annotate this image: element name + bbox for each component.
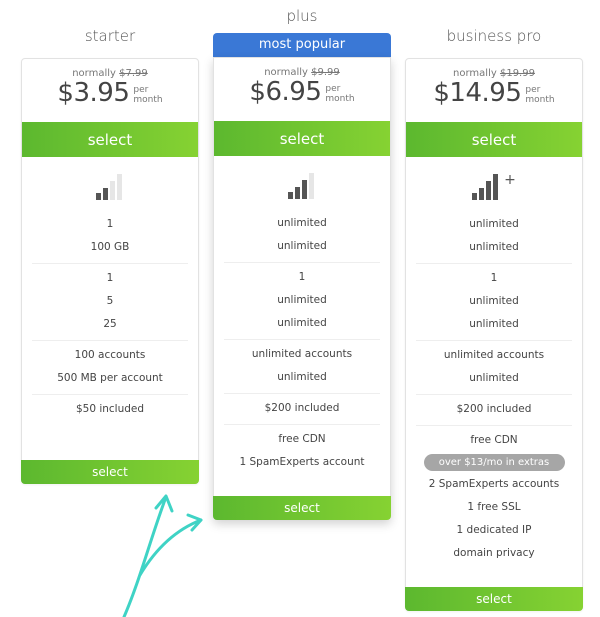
- hand-drawn-arrow: [122, 494, 203, 617]
